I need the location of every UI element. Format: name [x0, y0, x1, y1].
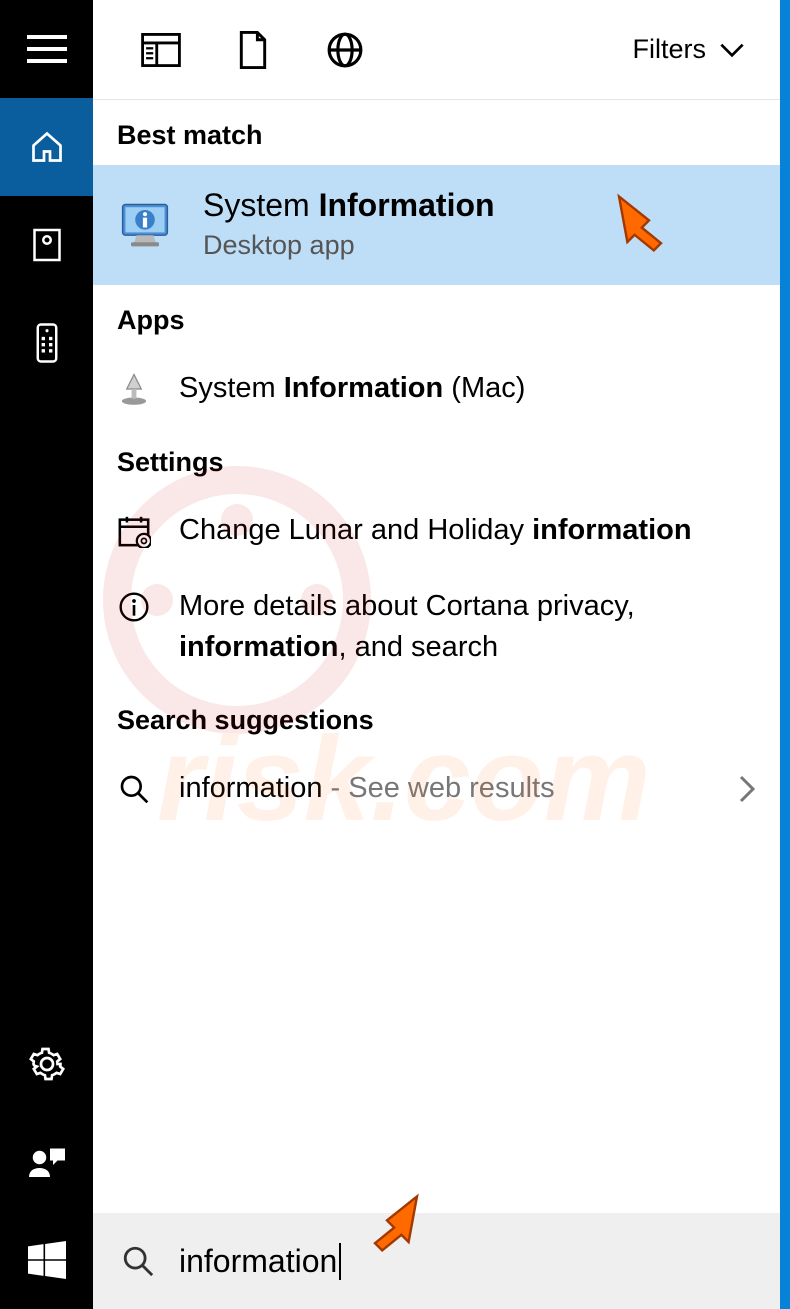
search-input-bar[interactable]: information — [93, 1213, 780, 1309]
chevron-right-icon — [738, 774, 756, 804]
annotation-arrow-icon — [363, 1189, 423, 1259]
filter-documents-button[interactable] — [207, 0, 299, 99]
notebook-icon — [32, 227, 62, 263]
filters-label: Filters — [633, 34, 707, 65]
feedback-button[interactable] — [0, 1113, 93, 1211]
suggestions-heading: Search suggestions — [93, 685, 780, 750]
app-icon — [141, 33, 181, 67]
notebook-button[interactable] — [0, 196, 93, 294]
gear-icon — [29, 1046, 65, 1082]
remote-icon — [36, 323, 58, 363]
best-match-title: System Information — [203, 187, 495, 224]
annotation-arrow-icon — [613, 189, 673, 259]
best-match-heading: Best match — [93, 100, 780, 165]
home-button[interactable] — [0, 98, 93, 196]
chevron-down-icon — [718, 42, 746, 58]
apps-heading: Apps — [93, 285, 780, 350]
best-match-subtitle: Desktop app — [203, 230, 495, 261]
filter-toolbar: Filters — [93, 0, 780, 100]
setting-result-label: Change Lunar and Holiday information — [179, 510, 692, 551]
web-suggestion-label: information - See web results — [179, 768, 555, 809]
calendar-settings-icon — [117, 514, 151, 548]
start-button[interactable] — [0, 1211, 93, 1309]
filter-apps-button[interactable] — [115, 0, 207, 99]
search-icon — [121, 1244, 155, 1278]
search-input-value: information — [179, 1243, 341, 1280]
app-result[interactable]: System Information (Mac) — [93, 350, 780, 427]
setting-result-cortana[interactable]: More details about Cortana privacy, info… — [93, 568, 780, 685]
filter-web-button[interactable] — [299, 0, 391, 99]
search-results-panel: Filters Best match System Informatio — [93, 0, 790, 1309]
home-icon — [29, 129, 65, 165]
globe-icon — [326, 31, 364, 69]
setting-result-label: More details about Cortana privacy, info… — [179, 586, 719, 667]
search-icon — [117, 772, 151, 806]
settings-button[interactable] — [0, 1015, 93, 1113]
feedback-icon — [29, 1145, 65, 1179]
web-suggestion[interactable]: information - See web results — [93, 750, 780, 827]
info-icon — [117, 590, 151, 624]
settings-heading: Settings — [93, 427, 780, 492]
mac-app-icon — [117, 372, 151, 406]
setting-result-calendar[interactable]: Change Lunar and Holiday information — [93, 492, 780, 569]
app-result-label: System Information (Mac) — [179, 368, 525, 409]
windows-icon — [28, 1241, 66, 1279]
document-icon — [238, 31, 268, 69]
filters-dropdown[interactable]: Filters — [633, 34, 759, 65]
best-match-result[interactable]: System Information Desktop app — [93, 165, 780, 285]
hamburger-icon — [27, 35, 67, 63]
devices-button[interactable] — [0, 294, 93, 392]
menu-button[interactable] — [0, 0, 93, 98]
cortana-sidebar — [0, 0, 93, 1309]
system-info-icon — [117, 196, 173, 252]
